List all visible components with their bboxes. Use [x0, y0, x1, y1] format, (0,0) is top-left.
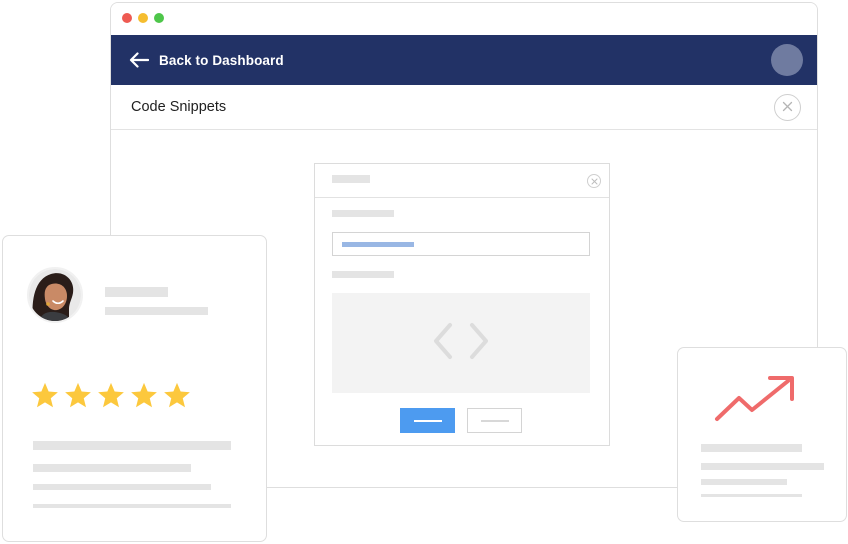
stat-text-line	[701, 494, 802, 497]
code-brackets-icon	[432, 321, 490, 366]
top-navbar: Back to Dashboard	[111, 35, 817, 85]
review-text-line	[33, 441, 231, 450]
stat-text-line	[701, 479, 787, 485]
review-card	[2, 235, 267, 542]
window-maximize-button[interactable]	[154, 13, 164, 23]
star-icon	[32, 382, 58, 408]
star-icon	[98, 382, 124, 408]
window-close-button[interactable]	[122, 13, 132, 23]
code-editor-area[interactable]	[332, 293, 590, 393]
close-icon	[591, 172, 598, 190]
close-page-button[interactable]	[774, 94, 801, 121]
star-icon	[65, 382, 91, 408]
cancel-button[interactable]	[467, 408, 522, 433]
dialog-title-placeholder	[332, 175, 370, 183]
star-icon	[131, 382, 157, 408]
input-value-placeholder	[342, 242, 414, 247]
star-rating	[30, 381, 192, 411]
back-to-dashboard-label: Back to Dashboard	[159, 52, 284, 68]
star-icon	[164, 382, 190, 408]
page-header: Code Snippets	[111, 85, 817, 130]
reviewer-name-placeholder	[105, 287, 168, 297]
window-titlebar	[111, 3, 817, 35]
review-text-line	[33, 484, 211, 490]
back-to-dashboard-button[interactable]: Back to Dashboard	[129, 52, 284, 68]
dialog-close-button[interactable]	[587, 174, 601, 188]
save-button[interactable]	[400, 408, 455, 433]
review-text-line	[33, 464, 191, 472]
growth-card	[677, 347, 847, 522]
window-minimize-button[interactable]	[138, 13, 148, 23]
user-avatar[interactable]	[771, 44, 803, 76]
stat-text-line	[701, 444, 802, 452]
review-text-line	[33, 504, 231, 508]
field-label-placeholder	[332, 210, 394, 217]
code-snippet-dialog	[314, 163, 610, 446]
arrow-left-icon	[129, 52, 149, 68]
trending-up-icon	[714, 374, 796, 429]
close-icon	[782, 99, 793, 117]
dialog-header	[315, 164, 609, 198]
snippet-name-input[interactable]	[332, 232, 590, 256]
page-title: Code Snippets	[131, 99, 227, 115]
reviewer-title-placeholder	[105, 307, 208, 315]
stat-text-line	[701, 463, 824, 470]
reviewer-avatar	[27, 267, 83, 323]
field-label-placeholder	[332, 271, 394, 278]
